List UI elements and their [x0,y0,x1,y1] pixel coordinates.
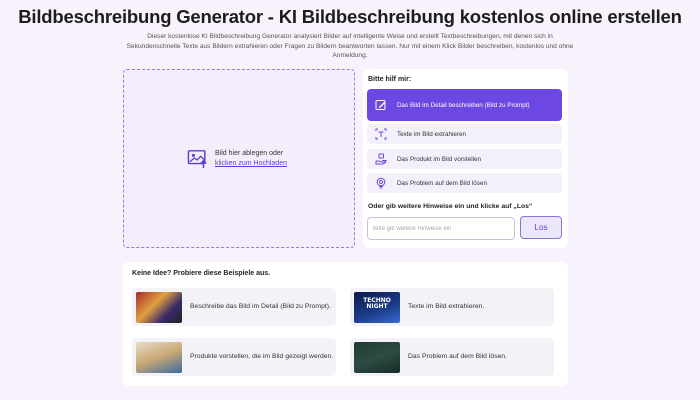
go-button[interactable]: Los [520,216,562,239]
option-solve-problem[interactable]: Das Problem auf dem Bild lösen [367,173,562,193]
example-text: Beschreibe das Bild im Detail (Bild zu P… [190,303,331,311]
example-thumbnail [136,341,182,373]
example-card-product[interactable]: Produkte vorstellen, die im Bild gezeigt… [132,338,336,376]
hint-input[interactable] [367,217,515,240]
example-text: Das Problem auf dem Bild lösen. [408,353,507,361]
image-upload-icon [187,150,207,169]
lightbulb-icon [376,177,386,189]
dropzone-label: Bild hier ablegen oder [215,150,284,157]
image-dropzone[interactable]: Bild hier ablegen oder klicken zum Hochl… [123,69,355,248]
option-introduce-product[interactable]: Das Produkt im Bild vorstellen [367,149,562,169]
upload-link[interactable]: klicken zum Hochladen [215,159,287,169]
hint-label: Oder gib weitere Hinweise ein und klicke… [368,203,533,210]
option-describe-image[interactable]: Das Bild im Detail beschreiben (Bild zu … [367,89,562,121]
options-label: Bitte hilf mir: [368,76,412,83]
option-label: Das Bild im Detail beschreiben (Bild zu … [397,101,530,109]
example-card-extract-text[interactable]: TECHNO NIGHT Texte im Bild extrahieren. [350,288,554,326]
example-card-describe[interactable]: Beschreibe das Bild im Detail (Bild zu P… [132,288,336,326]
option-label: Das Produkt im Bild vorstellen [397,155,481,163]
example-text: Texte im Bild extrahieren. [408,303,485,311]
example-thumbnail [136,291,182,323]
options-panel: Bitte hilf mir: Das Bild im Detail besch… [363,69,568,248]
page-description: Dieser kostenlose KI Bildbeschreibung Ge… [126,33,574,59]
option-label: Das Problem auf dem Bild lösen [397,179,487,187]
page-title: Bildbeschreibung Generator - KI Bildbesc… [18,6,682,27]
text-scan-icon [375,128,387,140]
example-thumbnail [354,341,400,373]
example-thumbnail: TECHNO NIGHT [354,291,400,323]
example-text: Produkte vorstellen, die im Bild gezeigt… [190,353,334,361]
product-hand-icon [375,153,387,165]
examples-section: Keine Idee? Probiere diese Beispiele aus… [123,262,568,386]
thumbnail-text: TECHNO NIGHT [363,296,391,310]
option-extract-text[interactable]: Texte im Bild extrahieren [367,124,562,144]
examples-label: Keine Idee? Probiere diese Beispiele aus… [132,270,271,277]
option-label: Texte im Bild extrahieren [397,130,466,138]
example-card-solve-problem[interactable]: Das Problem auf dem Bild lösen. [350,338,554,376]
edit-image-icon [375,100,386,110]
